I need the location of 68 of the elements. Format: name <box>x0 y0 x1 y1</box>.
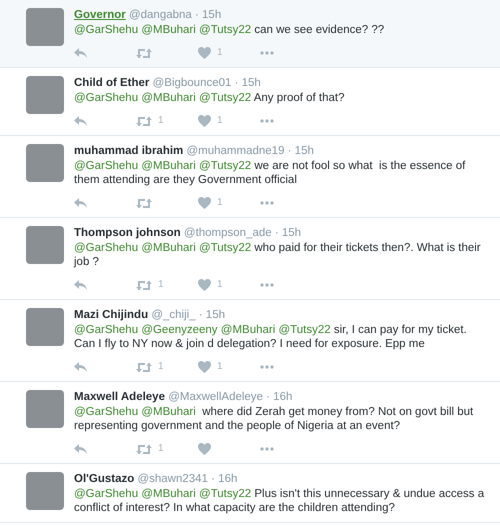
handle-time: @Bigbounce01 · 15h <box>152 77 261 89</box>
tweet-row[interactable]: Maxwell Adeleye @MaxwellAdeleye · 16h @GarShehu @MBuhari where did Zerah get money from? Not on govt bill but representing government and the people of Nigeria at an event? 1 <box>0 382 500 464</box>
like-count: 1 <box>217 114 223 128</box>
heart-icon[interactable] <box>198 279 211 291</box>
reply-icon[interactable] <box>74 280 87 290</box>
avatar-photo-placeholder[interactable] <box>26 226 64 264</box>
more-icon[interactable] <box>260 51 274 55</box>
reply-icon[interactable] <box>74 444 87 454</box>
heart-icon[interactable] <box>198 443 211 455</box>
tweet-text: @GarShehu @MBuhari @Tutsy22 who paid for their tickets then?. What is their job ? <box>74 241 482 269</box>
avatar-photo-placeholder[interactable] <box>26 8 64 46</box>
tweet-row[interactable]: Ol'Gustazo @shawn2341 · 16h @GarShehu @MBuhari @Tutsy22 Plus isn't this unnecessary & undue access a conflict of interest? In what capacity are the children attending? <box>0 464 500 523</box>
user-name[interactable]: Governor <box>74 9 126 21</box>
like-count: 1 <box>217 196 223 210</box>
tweet-text: @GarShehu @MBuhari @Tutsy22 can we see evidence? ?? <box>74 23 386 37</box>
more-icon[interactable] <box>260 283 274 287</box>
retweet-count: 1 <box>158 114 164 128</box>
more-icon[interactable] <box>260 365 274 369</box>
heart-icon[interactable] <box>198 47 211 59</box>
avatar-photo-placeholder[interactable] <box>26 76 64 114</box>
tweet-row[interactable]: Mazi Chijindu @_chiji_ · 15h @GarShehu @Geenyzeeny @MBuhari @Tutsy22 sir, I can pay for my ticket. Can I fly to NY now & join d delegation? I need for exposure. Epp me 1 1 <box>0 300 500 382</box>
handle-time: @MaxwellAdeleye · 16h <box>168 391 292 403</box>
more-icon[interactable] <box>260 119 274 123</box>
reply-icon[interactable] <box>74 48 87 58</box>
heart-icon[interactable] <box>198 115 211 127</box>
retweet-icon[interactable] <box>136 116 152 126</box>
retweet-count: 1 <box>158 278 164 292</box>
retweet-icon[interactable] <box>136 444 152 454</box>
tweet-row[interactable]: Child of Ether @Bigbounce01 · 15h @GarShehu @MBuhari @Tutsy22 Any proof of that? 1 1 <box>0 68 500 136</box>
retweet-count: 1 <box>158 360 164 374</box>
handle-time: @muhammadne19 · 15h <box>186 145 314 157</box>
heart-icon[interactable] <box>198 197 211 209</box>
user-name[interactable]: Child of Ether <box>74 77 150 89</box>
more-icon[interactable] <box>260 447 274 451</box>
heart-icon[interactable] <box>198 361 211 373</box>
handle-time: @_chiji_ · 15h <box>151 309 225 321</box>
reply-icon[interactable] <box>74 198 87 208</box>
tweet-text: @GarShehu @Geenyzeeny @MBuhari @Tutsy22 sir, I can pay for my ticket. Can I fly to NY now & join d delegation? I need for exposure. Epp me <box>74 323 468 351</box>
user-name[interactable]: Maxwell Adeleye <box>74 391 165 403</box>
handle-time: @dangabna · 15h <box>128 9 222 21</box>
more-icon[interactable] <box>260 201 274 205</box>
reply-icon[interactable] <box>74 116 87 126</box>
user-name[interactable]: Ol'Gustazo <box>74 473 134 485</box>
retweet-icon[interactable] <box>136 362 152 372</box>
retweet-icon[interactable] <box>136 198 152 208</box>
tweet-row[interactable]: muhammad ibrahim @muhammadne19 · 15h @GarShehu @MBuhari @Tutsy22 we are not fool so what is the essence of them attending are they Government official 1 <box>0 136 500 218</box>
avatar-photo-placeholder[interactable] <box>26 390 64 428</box>
tweet-text: @GarShehu @MBuhari @Tutsy22 Any proof of that? <box>74 91 346 105</box>
like-count: 1 <box>217 46 223 60</box>
reply-icon[interactable] <box>74 362 87 372</box>
like-count: 1 <box>217 360 223 374</box>
avatar-photo-placeholder[interactable] <box>26 308 64 346</box>
handle-time: @shawn2341 · 16h <box>137 473 238 485</box>
retweet-icon[interactable] <box>136 48 152 58</box>
tweet-text: @GarShehu @MBuhari where did Zerah get money from? Not on govt bill but representing government and the people of Nigeria at an event? <box>74 405 474 433</box>
tweet-row[interactable]: Thompson johnson @thompson_ade · 15h @GarShehu @MBuhari @Tutsy22 who paid for their tickets then?. What is their job ? 1 1 <box>0 218 500 300</box>
user-name[interactable]: muhammad ibrahim <box>74 145 184 157</box>
avatar-photo-placeholder[interactable] <box>26 472 64 510</box>
retweet-count: 1 <box>158 442 164 456</box>
user-name[interactable]: Mazi Chijindu <box>74 309 148 321</box>
like-count: 1 <box>217 278 223 292</box>
tweet-row[interactable]: Governor @dangabna · 15h @GarShehu @MBuhari @Tutsy22 can we see evidence? ?? 1 <box>0 0 500 68</box>
tweet-text: @GarShehu @MBuhari @Tutsy22 Plus isn't this unnecessary & undue access a conflict of interest? In what capacity are the children attending? <box>74 487 486 515</box>
avatar-photo-placeholder[interactable] <box>26 144 64 182</box>
handle-time: @thompson_ade · 15h <box>184 227 302 239</box>
user-name[interactable]: Thompson johnson <box>74 227 181 239</box>
retweet-icon[interactable] <box>136 280 152 290</box>
tweet-text: @GarShehu @MBuhari @Tutsy22 we are not fool so what is the essence of them attending are they Government official <box>74 159 466 187</box>
